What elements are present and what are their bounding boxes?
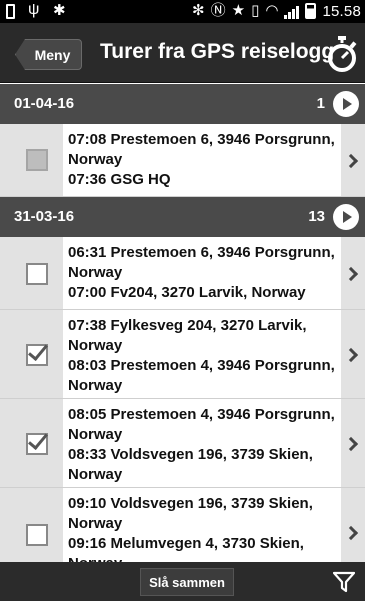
section-count: 13 — [308, 208, 325, 225]
page-title: Turer fra GPS reiselogg — [100, 40, 335, 63]
trip-checkbox[interactable] — [26, 524, 48, 546]
trip-details: 06:31 Prestemoen 6, 3946 Porsgrunn, Norw… — [68, 243, 339, 303]
bottom-bar: Slå sammen — [0, 562, 365, 601]
trip-row[interactable]: 08:05 Prestemoen 4, 3946 Porsgrunn, Norw… — [0, 399, 365, 488]
trip-details: 07:08 Prestemoen 6, 3946 Porsgrunn, Norw… — [68, 130, 339, 190]
chevron-right-icon[interactable] — [341, 399, 365, 487]
trip-details: 07:38 Fylkesveg 204, 3270 Larvik, Norway… — [68, 316, 339, 396]
chevron-right-icon[interactable] — [341, 310, 365, 398]
trip-start: 08:05 Prestemoen 4, 3946 Porsgrunn, Norw… — [68, 406, 335, 443]
checkbox-cell — [0, 237, 63, 309]
signal-icon — [284, 4, 300, 19]
date-section-header[interactable]: 31-03-16 13 — [0, 197, 365, 237]
section-date: 31-03-16 — [14, 208, 75, 225]
trip-end: 08:03 Prestemoen 4, 3946 Porsgrunn, Norw… — [68, 357, 335, 394]
trip-start: 09:10 Voldsvegen 196, 3739 Skien, Norway — [68, 495, 313, 532]
chevron-right-icon[interactable] — [341, 237, 365, 309]
section-date: 01-04-16 — [14, 95, 75, 112]
trip-row[interactable]: 06:31 Prestemoen 6, 3946 Porsgrunn, Norw… — [0, 237, 365, 310]
debug-icon — [53, 1, 67, 19]
date-section-header[interactable]: 01-04-16 1 — [0, 84, 365, 124]
trip-checkbox[interactable] — [26, 149, 48, 171]
stopwatch-icon[interactable] — [325, 35, 359, 73]
action-bar: Meny Turer fra GPS reiselogg — [0, 23, 365, 83]
trip-checkbox[interactable] — [26, 344, 48, 366]
trip-end: 08:33 Voldsvegen 196, 3739 Skien, Norway — [68, 446, 313, 483]
trip-end: 07:36 GSG HQ — [68, 171, 171, 188]
trip-row[interactable]: 07:38 Fylkesveg 204, 3270 Larvik, Norway… — [0, 310, 365, 399]
clock: 15.58 — [322, 2, 361, 20]
trip-details: 08:05 Prestemoen 4, 3946 Porsgrunn, Norw… — [68, 405, 339, 485]
play-icon[interactable] — [333, 204, 359, 230]
menu-back-button[interactable]: Meny — [15, 39, 82, 70]
battery-icon — [305, 3, 317, 19]
section-count: 1 — [316, 95, 325, 112]
trip-checkbox[interactable] — [26, 263, 48, 285]
trip-end: 07:00 Fv204, 3270 Larvik, Norway — [68, 284, 306, 301]
status-bar: ✻ Ⓝ ★ ▯ ◠ 15.58 — [0, 0, 365, 23]
star-icon: ★ — [231, 2, 246, 19]
chevron-right-icon[interactable] — [341, 124, 365, 196]
merge-button[interactable]: Slå sammen — [140, 568, 234, 596]
vibrate-icon: ▯ — [251, 2, 260, 19]
usb-icon — [27, 1, 41, 19]
wifi-icon: ◠ — [265, 2, 279, 19]
play-icon[interactable] — [333, 91, 359, 117]
checkbox-cell — [0, 310, 63, 398]
trip-row[interactable]: 07:08 Prestemoen 6, 3946 Porsgrunn, Norw… — [0, 124, 365, 197]
trip-start: 07:08 Prestemoen 6, 3946 Porsgrunn, Norw… — [68, 131, 335, 168]
nfc-icon: Ⓝ — [210, 2, 226, 19]
trip-checkbox[interactable] — [26, 433, 48, 455]
filter-icon[interactable] — [333, 571, 355, 593]
bluetooth-icon: ✻ — [192, 2, 205, 19]
checkbox-cell — [0, 124, 63, 196]
trip-start: 06:31 Prestemoen 6, 3946 Porsgrunn, Norw… — [68, 244, 335, 281]
battery-saver-icon — [6, 3, 15, 19]
trip-start: 07:38 Fylkesveg 204, 3270 Larvik, Norway — [68, 317, 307, 354]
checkbox-cell — [0, 399, 63, 487]
